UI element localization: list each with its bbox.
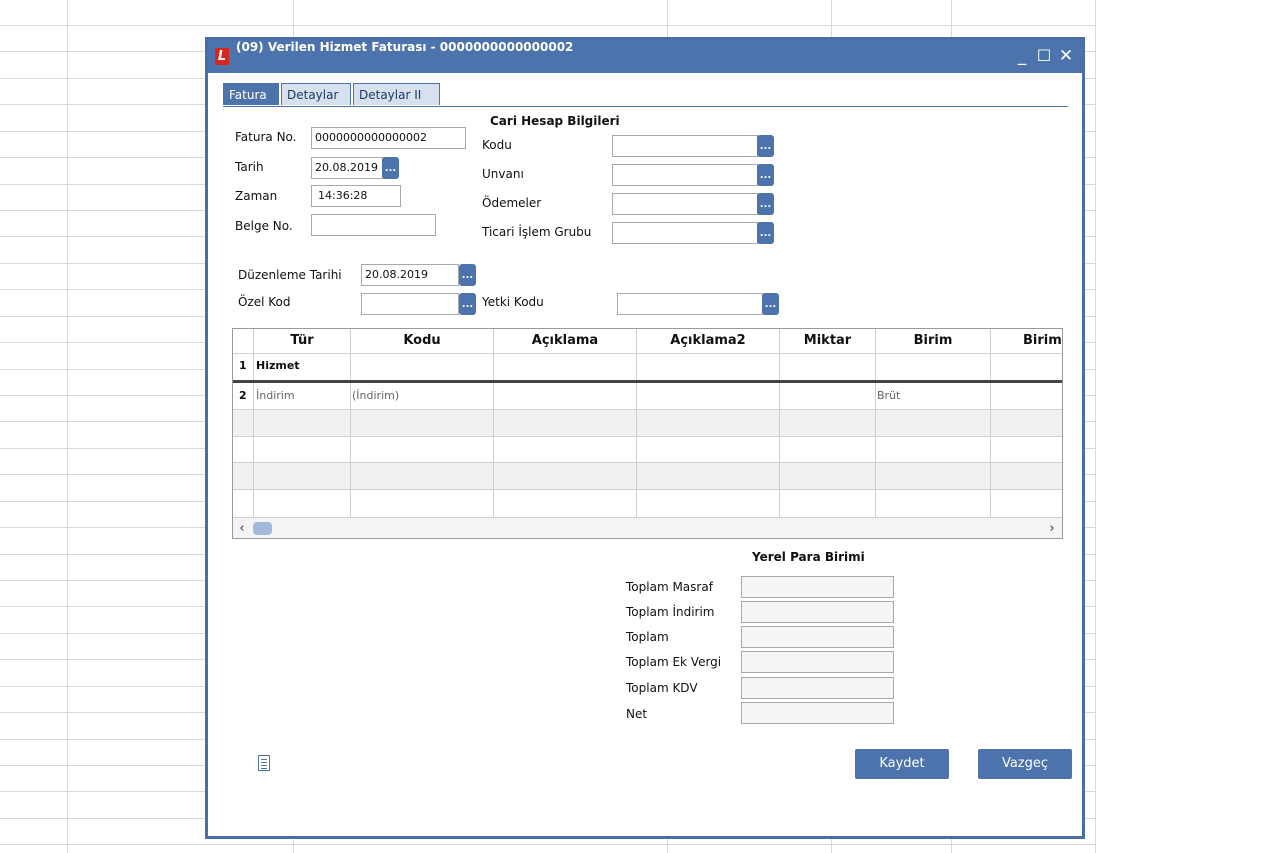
scrollbar-thumb[interactable] bbox=[253, 522, 272, 535]
notes-icon[interactable] bbox=[258, 755, 270, 771]
dialog-content: Fatura Detaylar Detaylar II Fatura No. 0… bbox=[219, 80, 1072, 832]
cari-kodu-field[interactable] bbox=[612, 135, 758, 157]
ticari-islem-field[interactable] bbox=[612, 222, 758, 244]
maximize-button[interactable]: ☐ bbox=[1034, 46, 1054, 66]
unvani-label: Unvanı bbox=[482, 167, 524, 181]
row-birim-cell[interactable]: Brüt bbox=[877, 383, 900, 409]
net-field bbox=[741, 702, 894, 724]
column-header-tur[interactable]: Tür bbox=[254, 329, 350, 353]
column-header-aciklama[interactable]: Açıklama bbox=[494, 329, 636, 353]
column-header-birim[interactable]: Birim bbox=[876, 329, 990, 353]
column-header-kodu[interactable]: Kodu bbox=[351, 329, 493, 353]
net-label: Net bbox=[626, 707, 648, 721]
cari-heading: Cari Hesap Bilgileri bbox=[490, 114, 620, 128]
toplam-masraf-label: Toplam Masraf bbox=[626, 580, 713, 594]
row-tur-cell[interactable]: Hizmet bbox=[256, 353, 300, 379]
ozel-kod-button[interactable]: ... bbox=[459, 293, 476, 315]
toplam-ek-vergi-label: Toplam Ek Vergi bbox=[626, 655, 722, 669]
toplam-indirim-label: Toplam İndirim bbox=[626, 605, 715, 619]
scroll-right-arrow-icon[interactable]: › bbox=[1043, 518, 1061, 538]
toplam-label: Toplam bbox=[626, 630, 669, 644]
app-logo-icon: L bbox=[215, 48, 229, 65]
ozel-kod-label: Özel Kod bbox=[238, 295, 291, 309]
toplam-kdv-label: Toplam KDV bbox=[626, 681, 698, 695]
toplam-indirim-field bbox=[741, 601, 894, 623]
vazgec-button[interactable]: Vazgeç bbox=[978, 749, 1072, 779]
odemeler-button[interactable]: ... bbox=[757, 193, 774, 215]
row-tur-cell[interactable]: İndirim bbox=[256, 383, 295, 409]
toplam-kdv-field bbox=[741, 677, 894, 699]
row-number: 2 bbox=[239, 389, 247, 402]
odemeler-label: Ödemeler bbox=[482, 196, 542, 210]
fatura-no-label: Fatura No. bbox=[235, 130, 297, 144]
ticari-islem-label: Ticari İşlem Grubu bbox=[482, 225, 592, 239]
tab-divider bbox=[223, 106, 1068, 107]
toplam-masraf-field bbox=[741, 576, 894, 598]
yetki-kodu-field[interactable] bbox=[617, 293, 763, 315]
ticari-islem-button[interactable]: ... bbox=[757, 222, 774, 244]
horizontal-scrollbar[interactable]: ‹ › bbox=[233, 517, 1062, 538]
desktop-background bbox=[1096, 0, 1280, 853]
tab-detaylar-ii[interactable]: Detaylar II bbox=[353, 83, 440, 105]
toplam-field bbox=[741, 626, 894, 648]
duzenleme-tarihi-field[interactable]: 20.08.2019 bbox=[361, 264, 459, 286]
unvani-button[interactable]: ... bbox=[757, 164, 774, 186]
window-title: (09) Verilen Hizmet Faturası - 000000000… bbox=[236, 40, 574, 54]
yetki-kodu-button[interactable]: ... bbox=[762, 293, 779, 315]
tab-detaylar[interactable]: Detaylar bbox=[281, 83, 351, 105]
invoice-dialog: L (09) Verilen Hizmet Faturası - 0000000… bbox=[205, 37, 1085, 839]
minimize-button[interactable]: _ bbox=[1012, 46, 1032, 66]
odemeler-field[interactable] bbox=[612, 193, 758, 215]
column-header-miktar[interactable]: Miktar bbox=[780, 329, 875, 353]
row-number: 1 bbox=[239, 359, 247, 372]
title-bar[interactable]: L (09) Verilen Hizmet Faturası - 0000000… bbox=[208, 40, 1082, 73]
duzenleme-tarihi-label: Düzenleme Tarihi bbox=[238, 268, 342, 282]
column-header-aciklama2[interactable]: Açıklama2 bbox=[637, 329, 779, 353]
belge-no-field[interactable] bbox=[311, 214, 436, 236]
tarih-field[interactable]: 20.08.2019 bbox=[311, 157, 383, 179]
tab-fatura[interactable]: Fatura bbox=[223, 83, 279, 105]
fatura-no-field[interactable]: 0000000000000002 bbox=[311, 127, 466, 149]
tarih-label: Tarih bbox=[235, 160, 264, 174]
toplam-ek-vergi-field bbox=[741, 651, 894, 673]
invoice-lines-grid[interactable]: Tür Kodu Açıklama Açıklama2 Miktar Birim… bbox=[232, 328, 1063, 539]
scroll-left-arrow-icon[interactable]: ‹ bbox=[233, 518, 251, 538]
yetki-kodu-label: Yetki Kodu bbox=[482, 295, 544, 309]
belge-no-label: Belge No. bbox=[235, 219, 293, 233]
duzenleme-tarihi-button[interactable]: ... bbox=[459, 264, 476, 286]
kodu-label: Kodu bbox=[482, 138, 512, 152]
zaman-label: Zaman bbox=[235, 189, 278, 203]
yerel-para-heading: Yerel Para Birimi bbox=[752, 550, 865, 564]
ozel-kod-field[interactable] bbox=[361, 293, 459, 315]
row-kodu-cell[interactable]: (İndirim) bbox=[352, 383, 399, 409]
cari-kodu-button[interactable]: ... bbox=[757, 135, 774, 157]
unvani-field[interactable] bbox=[612, 164, 758, 186]
column-header-birim-2[interactable]: Birim bbox=[1023, 329, 1062, 353]
kaydet-button[interactable]: Kaydet bbox=[855, 749, 949, 779]
tarih-picker-button[interactable]: ... bbox=[382, 157, 399, 179]
close-button[interactable]: ✕ bbox=[1056, 46, 1076, 66]
zaman-field[interactable]: 14:36:28 bbox=[311, 185, 401, 207]
